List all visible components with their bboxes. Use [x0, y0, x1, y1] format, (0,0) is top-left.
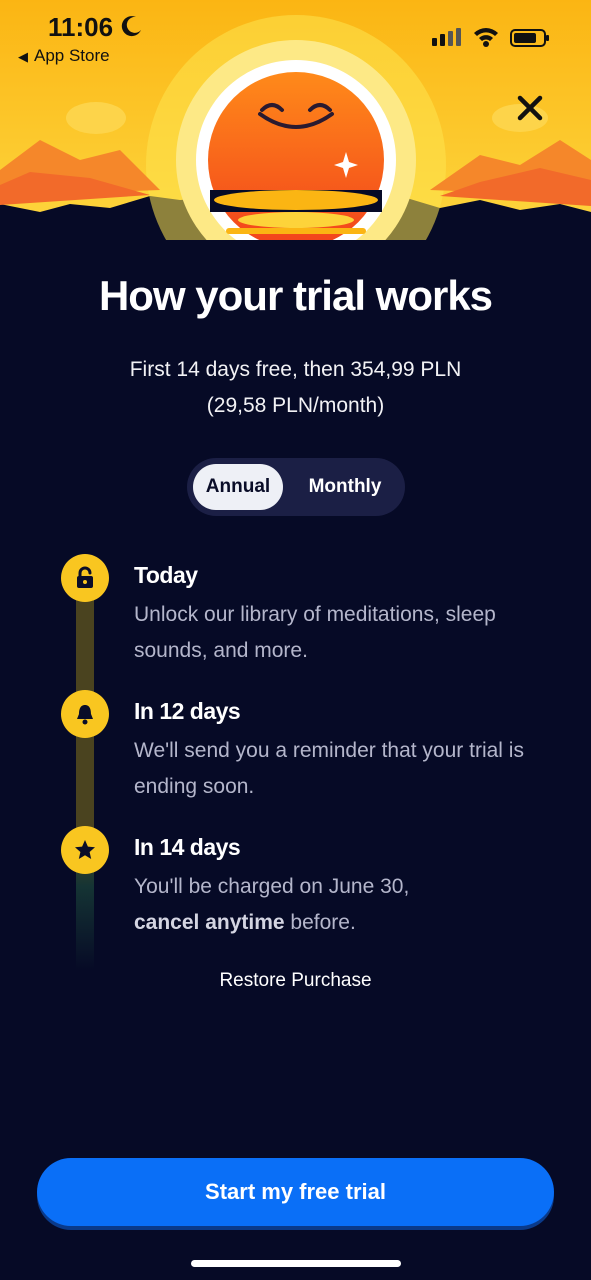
back-app-label: App Store — [34, 46, 110, 65]
bell-icon — [77, 705, 93, 725]
timeline-step-body: Unlock our library of meditations, sleep… — [134, 603, 496, 662]
start-free-trial-button[interactable]: Start my free trial — [37, 1158, 554, 1226]
timeline-step-heading: In 12 days — [134, 698, 241, 724]
plan-monthly-option[interactable]: Monthly — [291, 464, 399, 510]
plan-annual-option[interactable]: Annual — [193, 464, 283, 510]
page-title: How your trial works — [98, 272, 493, 319]
timeline-step-heading: Today — [134, 562, 198, 588]
price-line-1: First 14 days free, then 354,99 PLN — [129, 358, 462, 381]
signal-icon — [432, 28, 461, 46]
timeline-track — [76, 590, 94, 970]
back-arrow-icon: ◀ — [18, 49, 28, 64]
plan-toggle: Annual Monthly — [187, 458, 405, 516]
battery-icon — [510, 29, 549, 47]
status-bar: 11:06 ◀ App Store — [0, 0, 591, 70]
charge-suffix-text: before. — [284, 911, 356, 934]
restore-purchase-link[interactable]: Restore Purchase — [0, 970, 591, 992]
price-line-2: (29,58 PLN/month) — [206, 394, 385, 417]
wifi-icon — [474, 28, 498, 47]
timeline-step-body: You'll be charged on June 30, cancel anyt… — [134, 869, 554, 941]
lock-icon — [77, 566, 93, 588]
charge-date-text: You'll be charged on June 30, — [134, 875, 410, 898]
timeline-step-today-icon-badge — [61, 554, 109, 602]
close-icon[interactable] — [510, 88, 550, 128]
timeline-step-heading: In 14 days — [134, 834, 241, 860]
status-time: 11:06 — [48, 12, 114, 42]
back-to-app-store-link[interactable]: ◀ App Store — [18, 46, 110, 66]
timeline-step-reminder-icon-badge — [61, 690, 109, 738]
timeline-step-body: We'll send you a reminder that your tria… — [134, 739, 524, 798]
moon-icon — [121, 16, 141, 37]
timeline-step-charge-icon-badge — [61, 826, 109, 874]
home-indicator[interactable] — [191, 1260, 401, 1267]
cancel-anytime-text: cancel anytime — [134, 911, 285, 934]
star-icon — [75, 840, 95, 859]
